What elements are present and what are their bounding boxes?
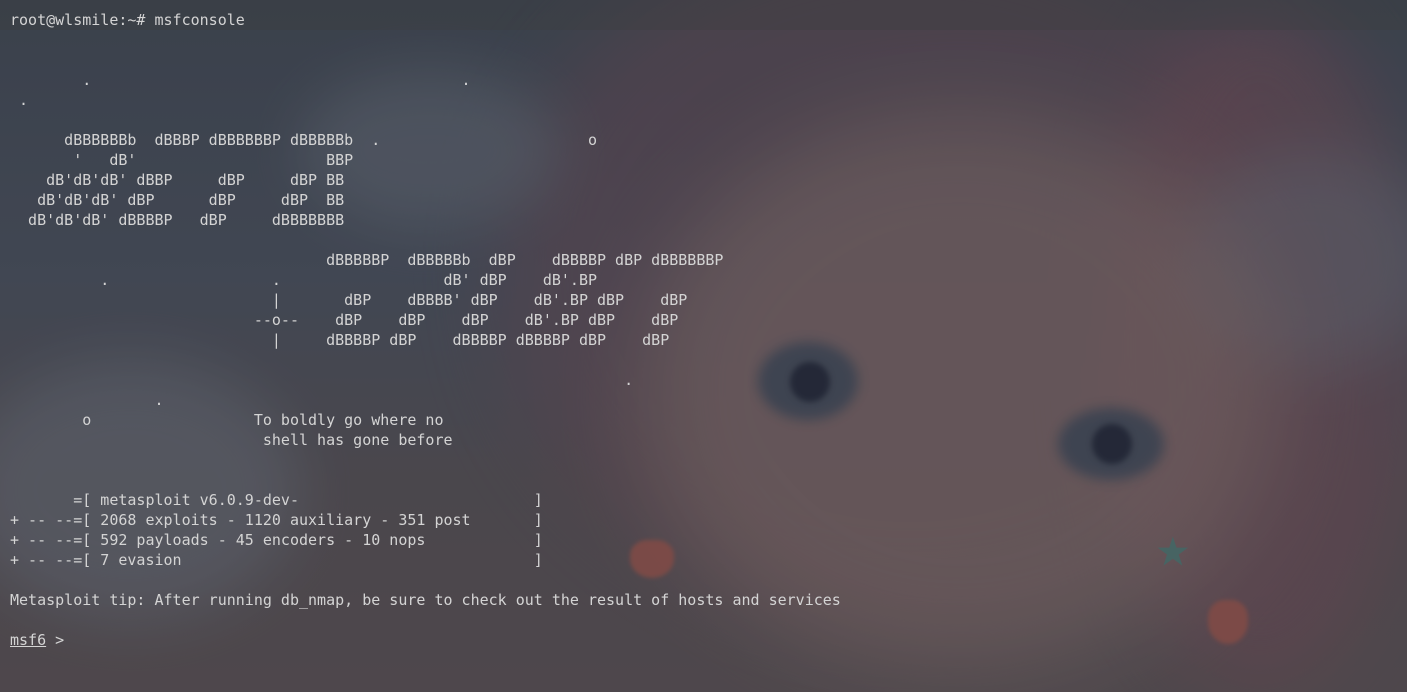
msf-prompt-label: msf6 <box>10 631 47 649</box>
banner-line: dB'dB'dB' dBBBBP dBP dBBBBBBB <box>10 211 345 229</box>
terminal-window[interactable]: root@wlsmile:~# msfconsole . . . dBBBBBB… <box>0 0 1407 692</box>
banner-line: . <box>10 91 29 109</box>
banner-line: . . dB' dBP dB'.BP <box>10 271 597 289</box>
banner-line: dB'dB'dB' dBP dBP dBP BB <box>10 191 345 209</box>
banner-line: dBBBBBP dBBBBBb dBP dBBBBP dBP dBBBBBBP <box>10 251 724 269</box>
banner-line: | dBBBBP dBP dBBBBP dBBBBP dBP dBP <box>10 331 670 349</box>
module-count-line: + -- --=[ 592 payloads - 45 encoders - 1… <box>10 531 543 549</box>
banner-line: dBBBBBBb dBBBP dBBBBBBP dBBBBBb . o <box>10 131 597 149</box>
banner-line: | dBP dBBBB' dBP dB'.BP dBP dBP <box>10 291 688 309</box>
banner-line: . <box>10 371 634 389</box>
banner-line: ' dB' BBP <box>10 151 354 169</box>
module-count-line: + -- --=[ 2068 exploits - 1120 auxiliary… <box>10 511 543 529</box>
msf-prompt-line[interactable]: msf6 > <box>10 630 64 650</box>
version-info-line: =[ metasploit v6.0.9-dev- ] <box>10 491 543 509</box>
prompt-symbol: > <box>46 631 65 649</box>
banner-line: shell has gone before <box>10 431 453 449</box>
banner-line: dB'dB'dB' dBBP dBP dBP BB <box>10 171 345 189</box>
banner-line: . . <box>10 71 471 89</box>
shell-command-line: root@wlsmile:~# msfconsole <box>10 11 245 29</box>
banner-line: --o-- dBP dBP dBP dB'.BP dBP dBP <box>10 311 679 329</box>
module-count-line: + -- --=[ 7 evasion ] <box>10 551 543 569</box>
banner-line: . <box>10 391 164 409</box>
metasploit-tip-line: Metasploit tip: After running db_nmap, b… <box>10 591 841 609</box>
banner-line: o To boldly go where no <box>10 411 444 429</box>
